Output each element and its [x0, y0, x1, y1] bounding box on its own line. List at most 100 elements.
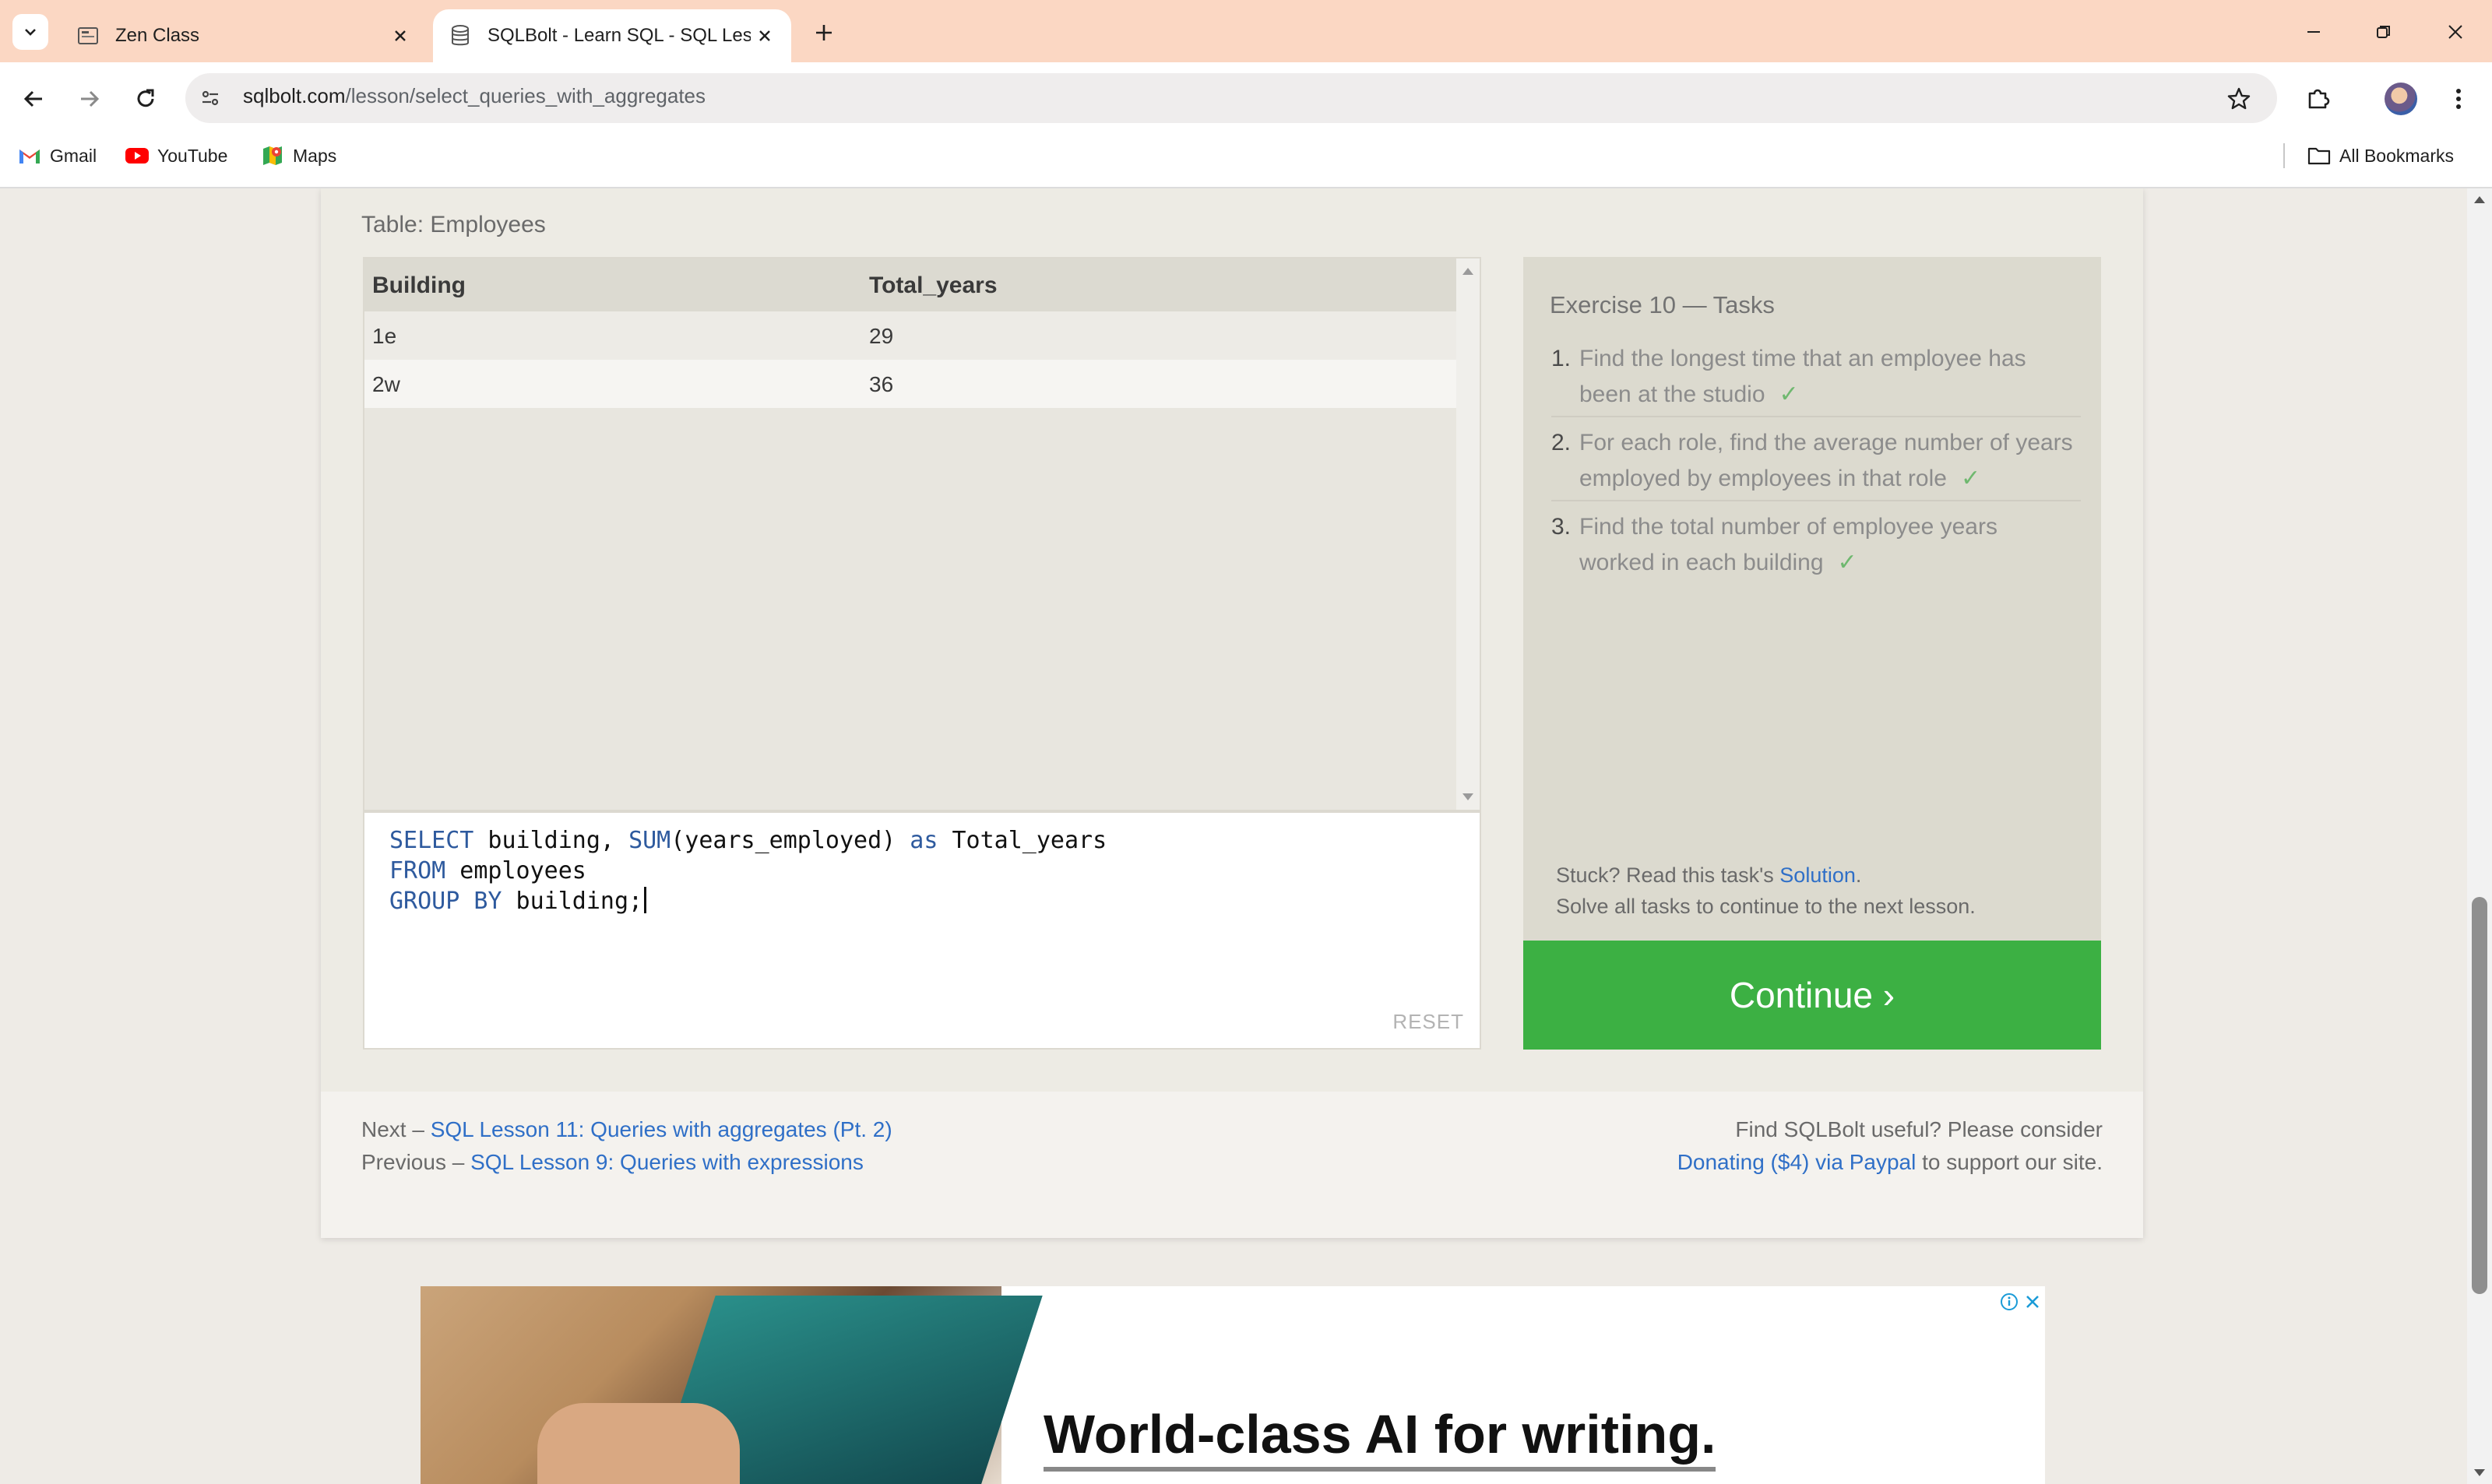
stuck-line2: Solve all tasks to continue to the next … — [1556, 895, 1976, 918]
code-token: as — [910, 827, 938, 854]
advertisement-banner[interactable]: World-class AI for writing. — [421, 1286, 2045, 1484]
chevron-down-icon — [25, 29, 36, 36]
minimize-button[interactable] — [2296, 14, 2332, 50]
ad-close-icon[interactable] — [2022, 1291, 2043, 1313]
previous-lesson-link[interactable]: SQL Lesson 9: Queries with expressions — [470, 1150, 864, 1174]
exercise-panel: Table: Employees Building Total_years 1e… — [321, 188, 2143, 1092]
stuck-help-text: Stuck? Read this task's Solution. Solve … — [1556, 860, 1976, 922]
arrow-left-icon — [23, 90, 42, 107]
ad-info-icon[interactable] — [1998, 1291, 2020, 1313]
table-row: 2w 36 — [364, 360, 1459, 408]
reload-button[interactable] — [128, 81, 164, 117]
code-token: building; — [502, 888, 643, 915]
page-viewport: Table: Employees Building Total_years 1e… — [0, 188, 2467, 1484]
plus-icon — [816, 25, 832, 40]
task-text-wrap: For each role, find the average number o… — [1579, 425, 2078, 497]
table-cell: 29 — [869, 324, 894, 348]
code-token: employees — [445, 857, 586, 884]
forward-button[interactable] — [72, 81, 107, 117]
url-host: sqlbolt.com — [243, 84, 346, 107]
results-scrollbar[interactable] — [1456, 258, 1480, 810]
table-row: 1e 29 — [364, 311, 1459, 360]
task-number: 3. — [1551, 514, 1572, 540]
restore-button[interactable] — [2366, 14, 2402, 50]
ad-hand-shape — [537, 1403, 740, 1484]
bookmark-star-button[interactable] — [2221, 81, 2257, 117]
task-text-wrap: Find the longest time that an employee h… — [1579, 341, 2078, 413]
browser-menu-button[interactable] — [2441, 81, 2476, 117]
bookmark-gmail[interactable]: Gmail — [17, 140, 97, 171]
code-token: Total_years — [938, 827, 1107, 854]
bookmark-label: Maps — [293, 145, 337, 166]
close-icon — [2448, 25, 2462, 39]
donation-note: Find SQLBolt useful? Please consider Don… — [1677, 1113, 2103, 1179]
gmail-icon — [17, 143, 42, 168]
donate-line1: Find SQLBolt useful? Please consider — [1735, 1117, 2103, 1141]
code-token: building, — [473, 827, 629, 854]
close-window-button[interactable] — [2437, 14, 2473, 50]
donate-link[interactable]: Donating ($4) via Paypal — [1677, 1150, 1917, 1174]
close-tab-icon[interactable] — [751, 22, 779, 50]
folder-icon — [2307, 143, 2332, 168]
tasks-panel: Exercise 10 — Tasks 1. Find the longest … — [1523, 257, 2101, 941]
next-prefix: Next – — [361, 1117, 431, 1141]
task-number: 1. — [1551, 346, 1572, 371]
scroll-up-arrow-icon[interactable] — [1462, 268, 1473, 275]
check-icon: ✓ — [1779, 382, 1799, 407]
new-tab-button[interactable] — [808, 17, 839, 48]
reload-icon — [137, 89, 154, 107]
tab-sqlbolt[interactable]: SQLBolt - Learn SQL - SQL Less — [433, 9, 791, 62]
page-scrollbar[interactable] — [2467, 188, 2492, 1484]
back-button[interactable] — [16, 81, 51, 117]
puzzle-icon — [2308, 89, 2330, 109]
database-icon — [447, 23, 473, 49]
tab-title: Zen Class — [115, 25, 200, 46]
task-divider — [1551, 500, 2081, 501]
site-settings-icon[interactable] — [195, 83, 226, 114]
next-lesson-link[interactable]: SQL Lesson 11: Queries with aggregates (… — [431, 1117, 892, 1141]
ad-image — [421, 1286, 1043, 1484]
scroll-down-arrow-icon[interactable] — [1462, 793, 1473, 800]
bookmark-label: Gmail — [50, 145, 97, 166]
star-icon — [2227, 87, 2251, 110]
code-token: GROUP BY — [389, 888, 502, 915]
code-token: SUM — [628, 827, 671, 854]
profile-avatar[interactable] — [2385, 83, 2417, 115]
ad-headline: World-class AI for writing. — [1044, 1403, 1716, 1472]
maps-icon — [260, 143, 285, 168]
table-caption: Table: Employees — [361, 212, 546, 237]
restore-icon — [2377, 26, 2390, 38]
reset-button[interactable]: RESET — [1392, 1010, 1464, 1034]
scroll-up-arrow-icon[interactable] — [2474, 196, 2485, 203]
scrollbar-thumb[interactable] — [2472, 897, 2487, 1294]
code-token: FROM — [389, 857, 446, 884]
text-cursor — [644, 887, 647, 913]
query-results-table: Building Total_years 1e 29 2w 36 — [363, 257, 1481, 811]
more-vertical-icon — [2456, 89, 2461, 109]
bookmarks-bar — [0, 132, 2492, 188]
task-number: 2. — [1551, 430, 1572, 455]
sql-query-editor[interactable]: SELECT building, SUM(years_employed) as … — [363, 811, 1481, 1050]
query-code[interactable]: SELECT building, SUM(years_employed) as … — [389, 825, 1107, 916]
extensions-button[interactable] — [2299, 79, 2338, 118]
lesson-card: Table: Employees Building Total_years 1e… — [321, 188, 2143, 1238]
task-text: Find the longest time that an employee h… — [1579, 346, 2026, 407]
scroll-down-arrow-icon[interactable] — [2474, 1469, 2485, 1476]
solution-link[interactable]: Solution — [1779, 863, 1856, 887]
all-bookmarks-label: All Bookmarks — [2339, 145, 2454, 166]
continue-button[interactable]: Continue › — [1523, 941, 2101, 1050]
code-token: SELECT — [389, 827, 474, 854]
all-bookmarks-button[interactable]: All Bookmarks — [2307, 140, 2454, 171]
donate-suffix: to support our site. — [1916, 1150, 2103, 1174]
bookmark-label: YouTube — [157, 145, 228, 166]
bookmark-youtube[interactable]: YouTube — [125, 140, 227, 171]
column-header: Total_years — [869, 273, 998, 298]
arrow-right-icon — [81, 90, 100, 107]
task-text: Find the total number of employee years … — [1579, 514, 1997, 575]
youtube-icon — [125, 143, 150, 168]
bookmark-maps[interactable]: Maps — [260, 140, 336, 171]
tab-zen-class[interactable]: Zen Class — [61, 9, 427, 62]
tab-search-button[interactable] — [12, 14, 48, 50]
close-tab-icon[interactable] — [386, 22, 414, 50]
url-text[interactable]: sqlbolt.com/lesson/select_queries_with_a… — [243, 84, 706, 108]
